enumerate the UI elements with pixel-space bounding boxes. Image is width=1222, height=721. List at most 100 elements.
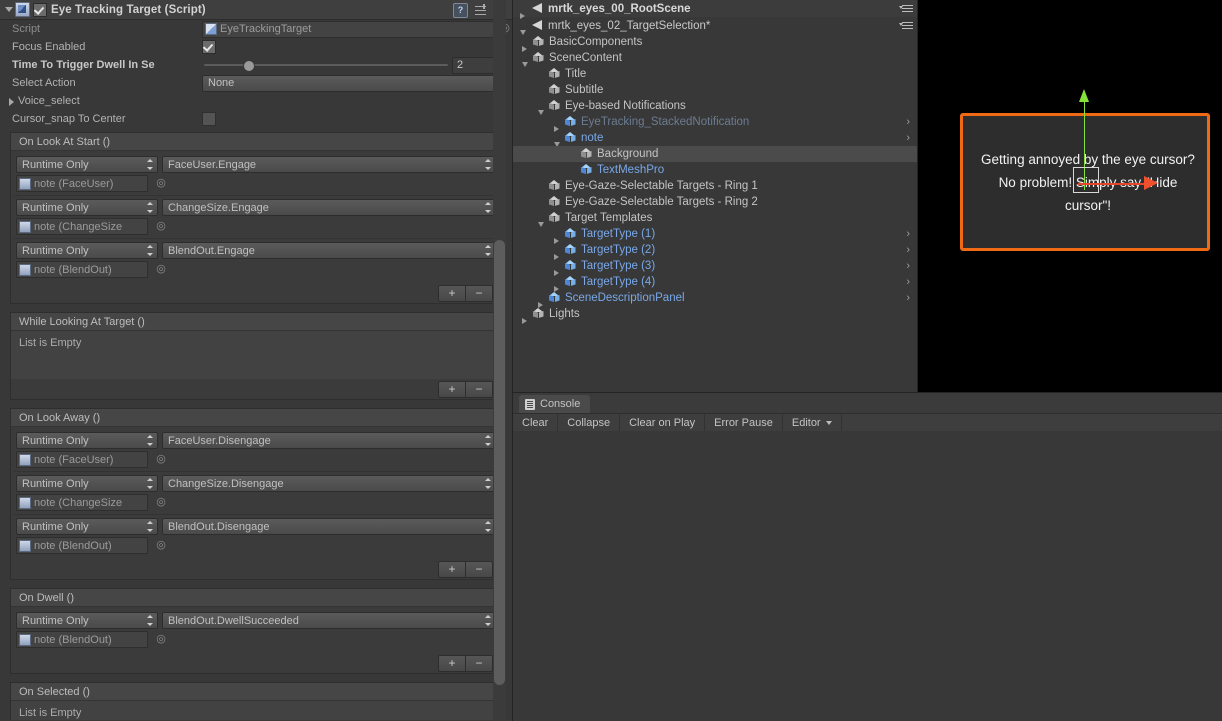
event-object-field[interactable]: note (FaceUser) bbox=[16, 175, 148, 192]
event-mode-dropdown[interactable]: Runtime Only bbox=[16, 242, 158, 259]
object-picker-icon[interactable]: ◎ bbox=[154, 177, 168, 191]
event-item: Runtime OnlyFaceUser.Engage note (FaceUse… bbox=[14, 153, 498, 196]
add-event-button[interactable]: + bbox=[438, 561, 466, 578]
event-section: On Look Away ()Runtime OnlyFaceUser.Dise… bbox=[10, 408, 502, 580]
hierarchy-item[interactable]: Lights bbox=[513, 306, 918, 322]
prefab-open-arrow-icon[interactable]: › bbox=[906, 244, 910, 256]
hierarchy-item[interactable]: note› bbox=[513, 130, 918, 146]
voice-select-foldout-icon[interactable] bbox=[6, 95, 18, 107]
object-picker-icon[interactable]: ◎ bbox=[154, 633, 168, 647]
property-row: Time To Trigger Dwell In Se2 bbox=[0, 56, 512, 74]
prefab-icon bbox=[548, 292, 561, 305]
slider-track[interactable] bbox=[204, 64, 448, 66]
help-icon[interactable]: ? bbox=[453, 3, 468, 18]
console-button-clear[interactable]: Clear bbox=[513, 414, 558, 431]
scene-row[interactable]: mrtk_eyes_00_RootScene bbox=[513, 0, 918, 17]
hierarchy-item[interactable]: SceneContent bbox=[513, 50, 918, 66]
scene-name: mrtk_eyes_00_RootScene bbox=[548, 3, 691, 15]
hierarchy-item[interactable]: Eye-Gaze-Selectable Targets - Ring 1 bbox=[513, 178, 918, 194]
hierarchy-item-label: Eye-Gaze-Selectable Targets - Ring 1 bbox=[565, 180, 758, 192]
preset-icon[interactable] bbox=[475, 4, 488, 17]
event-function-dropdown[interactable]: FaceUser.Engage bbox=[162, 156, 496, 173]
event-mode-dropdown[interactable]: Runtime Only bbox=[16, 475, 158, 492]
event-object-field[interactable]: note (FaceUser) bbox=[16, 451, 148, 468]
hierarchy-item[interactable]: Subtitle bbox=[513, 82, 918, 98]
object-picker-icon[interactable]: ◎ bbox=[154, 453, 168, 467]
event-function-dropdown[interactable]: BlendOut.Engage bbox=[162, 242, 496, 259]
hierarchy-item[interactable]: TargetType (2)› bbox=[513, 242, 918, 258]
add-event-button[interactable]: + bbox=[438, 285, 466, 302]
script-object-field[interactable]: EyeTrackingTarget bbox=[202, 21, 494, 38]
object-picker-icon[interactable]: ◎ bbox=[154, 263, 168, 277]
inspector-scrollbar-thumb[interactable] bbox=[494, 240, 505, 685]
prefab-open-arrow-icon[interactable]: › bbox=[906, 116, 910, 128]
event-object-field[interactable]: note (ChangeSize bbox=[16, 494, 148, 511]
tab-console[interactable]: Console bbox=[519, 395, 590, 413]
event-function-dropdown[interactable]: ChangeSize.Engage bbox=[162, 199, 496, 216]
remove-event-button[interactable]: − bbox=[466, 381, 493, 398]
prefab-open-arrow-icon[interactable]: › bbox=[906, 292, 910, 304]
event-function-dropdown[interactable]: BlendOut.Disengage bbox=[162, 518, 496, 535]
hierarchy-item[interactable]: TargetType (3)› bbox=[513, 258, 918, 274]
console-button-collapse[interactable]: Collapse bbox=[558, 414, 620, 431]
event-function-dropdown[interactable]: ChangeSize.Disengage bbox=[162, 475, 496, 492]
scene-context-menu-icon[interactable] bbox=[899, 4, 913, 14]
gameobject-mini-icon bbox=[19, 634, 31, 646]
object-picker-icon[interactable]: ◎ bbox=[154, 220, 168, 234]
remove-event-button[interactable]: − bbox=[466, 285, 493, 302]
event-mode-dropdown[interactable]: Runtime Only bbox=[16, 612, 158, 629]
hierarchy-item-label: Background bbox=[597, 148, 658, 160]
slider-handle[interactable] bbox=[243, 60, 255, 72]
console-button-clear-on-play[interactable]: Clear on Play bbox=[620, 414, 705, 431]
component-header[interactable]: Eye Tracking Target (Script) ? ⚙ bbox=[0, 0, 512, 20]
hierarchy-item[interactable]: TextMeshPro bbox=[513, 162, 918, 178]
property-checkbox[interactable] bbox=[202, 112, 216, 126]
object-picker-icon[interactable]: ◎ bbox=[154, 539, 168, 553]
property-checkbox[interactable] bbox=[202, 40, 216, 54]
console-log-area[interactable] bbox=[513, 431, 1222, 721]
game-view[interactable]: Getting annoyed by the eye cursor? No pr… bbox=[917, 0, 1222, 392]
event-function-dropdown[interactable]: BlendOut.DwellSucceeded bbox=[162, 612, 496, 629]
add-event-button[interactable]: + bbox=[438, 655, 466, 672]
select-action-dropdown[interactable]: None bbox=[202, 75, 504, 92]
event-object-field[interactable]: note (BlendOut) bbox=[16, 537, 148, 554]
prefab-open-arrow-icon[interactable]: › bbox=[906, 260, 910, 272]
property-label-cell: Time To Trigger Dwell In Se bbox=[6, 59, 202, 71]
event-mode-dropdown[interactable]: Runtime Only bbox=[16, 432, 158, 449]
hierarchy-item[interactable]: SceneDescriptionPanel› bbox=[513, 290, 918, 306]
hierarchy-item[interactable]: TargetType (1)› bbox=[513, 226, 918, 242]
component-enabled-checkbox[interactable] bbox=[33, 3, 47, 17]
inspector-scrollbar[interactable] bbox=[493, 0, 506, 720]
add-event-button[interactable]: + bbox=[438, 381, 466, 398]
event-object-field[interactable]: note (BlendOut) bbox=[16, 261, 148, 278]
scene-context-menu-icon[interactable] bbox=[899, 21, 913, 31]
hierarchy-item[interactable]: Eye-Gaze-Selectable Targets - Ring 2 bbox=[513, 194, 918, 210]
prefab-open-arrow-icon[interactable]: › bbox=[906, 276, 910, 288]
hierarchy-item[interactable]: Title bbox=[513, 66, 918, 82]
event-mode-dropdown[interactable]: Runtime Only bbox=[16, 156, 158, 173]
event-section-title: On Dwell () bbox=[11, 589, 501, 607]
console-button-error-pause[interactable]: Error Pause bbox=[705, 414, 783, 431]
remove-event-button[interactable]: − bbox=[466, 561, 493, 578]
select-action-value: None bbox=[208, 77, 234, 89]
hierarchy-item[interactable]: Eye-based Notifications bbox=[513, 98, 918, 114]
hierarchy-item[interactable]: BasicComponents bbox=[513, 34, 918, 50]
hierarchy-item[interactable]: EyeTracking_StackedNotification› bbox=[513, 114, 918, 130]
event-item: Runtime OnlyBlendOut.Engage note (BlendOu… bbox=[14, 239, 498, 281]
scene-row[interactable]: mrtk_eyes_02_TargetSelection* bbox=[513, 17, 918, 34]
event-mode-dropdown[interactable]: Runtime Only bbox=[16, 518, 158, 535]
prefab-open-arrow-icon[interactable]: › bbox=[906, 132, 910, 144]
console-button-editor[interactable]: Editor bbox=[783, 414, 842, 431]
prefab-open-arrow-icon[interactable]: › bbox=[906, 228, 910, 240]
hierarchy-item[interactable]: TargetType (4)› bbox=[513, 274, 918, 290]
component-foldout-icon[interactable] bbox=[2, 4, 14, 16]
event-object-field[interactable]: note (ChangeSize bbox=[16, 218, 148, 235]
object-picker-icon[interactable]: ◎ bbox=[154, 496, 168, 510]
remove-event-button[interactable]: − bbox=[466, 655, 493, 672]
event-object-field[interactable]: note (BlendOut) bbox=[16, 631, 148, 648]
event-function-dropdown[interactable]: FaceUser.Disengage bbox=[162, 432, 496, 449]
event-mode-dropdown[interactable]: Runtime Only bbox=[16, 199, 158, 216]
hierarchy-item[interactable]: Background bbox=[513, 146, 918, 162]
gameobject-icon bbox=[548, 68, 561, 81]
hierarchy-item[interactable]: Target Templates bbox=[513, 210, 918, 226]
